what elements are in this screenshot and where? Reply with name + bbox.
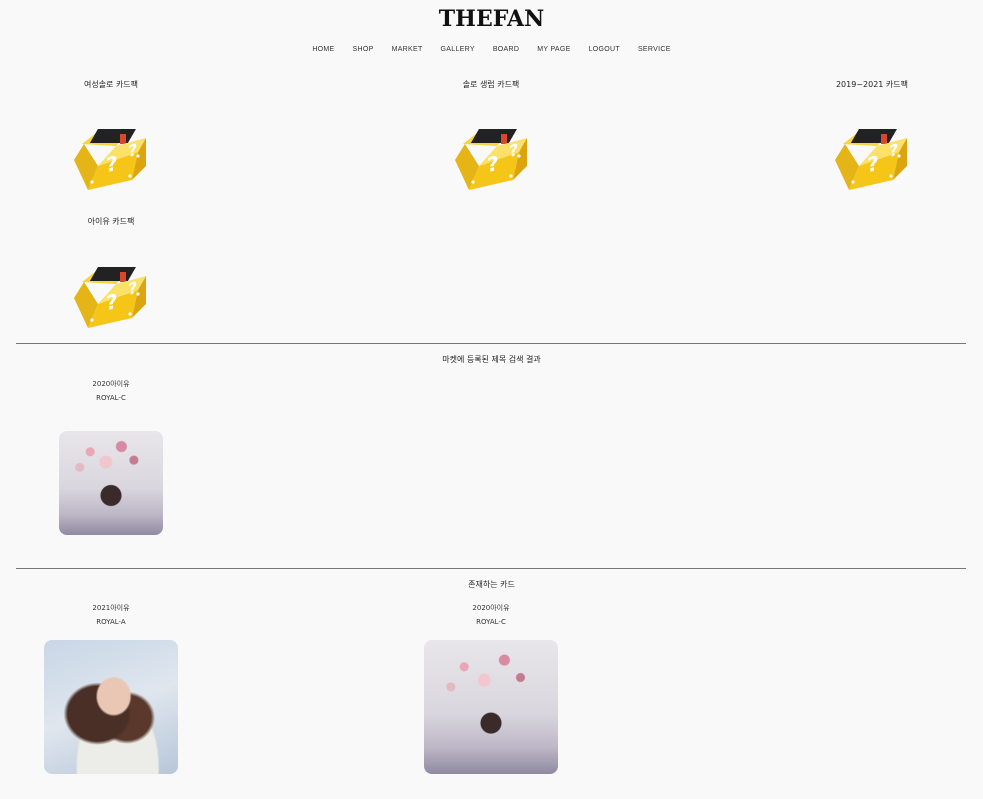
card-image[interactable] [424,640,558,774]
nav-logout[interactable]: LOGOUT [589,46,620,53]
divider [16,343,966,344]
nav-gallery[interactable]: GALLERY [441,46,475,53]
mystery-box-icon[interactable] [68,122,150,196]
card-image[interactable] [44,640,178,774]
pack-title: 솔로 생럽 카드팩 [462,80,520,89]
card-grade: ROYAL-A [96,618,126,626]
divider [16,568,966,569]
nav-shop[interactable]: SHOP [353,46,374,53]
card-name: 2021아이유 [92,604,130,612]
site-logo[interactable]: THEFAN [0,6,983,32]
card-name: 2020아이유 [92,380,130,388]
mystery-box-icon[interactable] [829,122,911,196]
pack-title: 아이유 카드팩 [87,217,135,226]
nav-market[interactable]: MARKET [392,46,423,53]
main-nav: HOME SHOP MARKET GALLERY BOARD MY PAGE L… [0,46,983,53]
nav-my-page[interactable]: MY PAGE [537,46,570,53]
pack-title: 2019~2021 카드팩 [835,80,909,89]
card-grade: ROYAL-C [96,394,126,402]
pack-title: 여성솔로 카드팩 [83,80,139,89]
nav-service[interactable]: SERVICE [638,46,671,53]
existing-section-title: 존재하는 카드 [468,580,515,589]
mystery-box-icon[interactable] [68,260,150,334]
market-section-title: 마켓에 등록된 제목 검색 결과 [442,355,541,364]
nav-home[interactable]: HOME [312,46,334,53]
mystery-box-icon[interactable] [449,122,531,196]
card-image[interactable] [59,431,163,535]
card-name: 2020아이유 [472,604,510,612]
nav-board[interactable]: BOARD [493,46,519,53]
card-grade: ROYAL-C [476,618,506,626]
